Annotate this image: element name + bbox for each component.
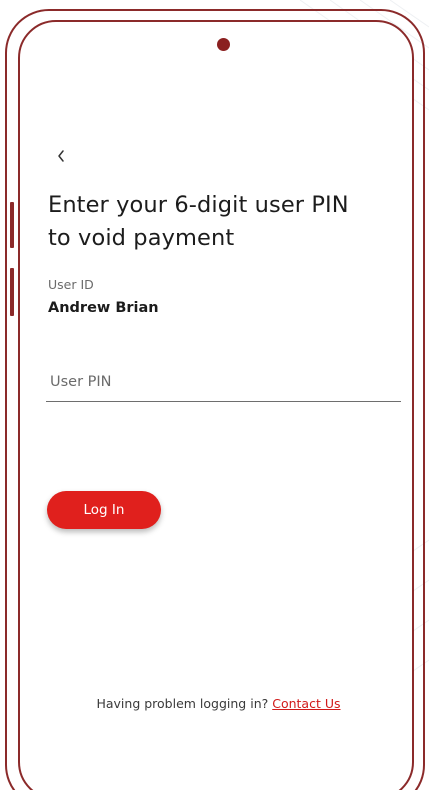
user-pin-field [46, 360, 403, 402]
help-text: Having problem logging in? Contact Us [0, 696, 429, 711]
user-id-value: Andrew Brian [48, 300, 159, 316]
login-button[interactable]: Log In [47, 491, 161, 529]
phone-screen [18, 20, 414, 790]
volume-down-button [10, 268, 14, 316]
contact-us-link[interactable]: Contact Us [272, 696, 340, 711]
user-id-label: User ID [48, 277, 94, 292]
page-title: Enter your 6-digit user PIN to void paym… [48, 189, 398, 255]
front-camera [217, 38, 230, 51]
back-button[interactable] [50, 143, 72, 169]
volume-up-button [10, 202, 14, 248]
app-screen: Enter your 6-digit user PIN to void paym… [0, 0, 429, 790]
help-prompt: Having problem logging in? [96, 696, 269, 711]
user-pin-input[interactable] [46, 368, 403, 396]
page-title-line-2: to void payment [48, 225, 235, 251]
page-title-line-1: Enter your 6-digit user PIN [48, 192, 349, 218]
chevron-left-icon [58, 150, 64, 162]
